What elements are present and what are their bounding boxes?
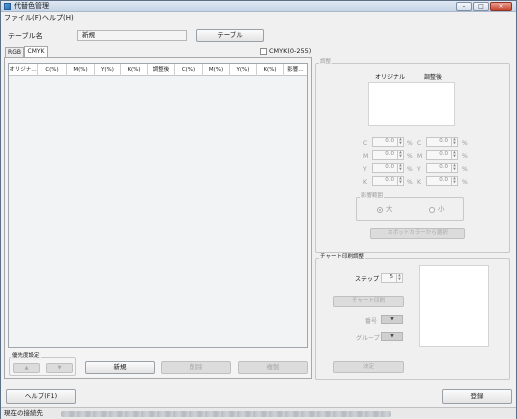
channel-k-label: K: [417, 179, 421, 186]
menu-bar: ファイル(F) ヘルプ(H): [1, 13, 516, 23]
table-name-label: テーブル名: [8, 32, 43, 40]
table-button[interactable]: テーブル: [196, 29, 264, 42]
spin-arrows-icon[interactable]: ▲ ▼: [397, 176, 403, 185]
col-m-original[interactable]: M(%): [67, 64, 95, 76]
col-k-adjusted[interactable]: K(%): [257, 64, 284, 76]
status-bar: 現在の接続先: [1, 407, 516, 419]
spin-arrows-icon[interactable]: ▲ ▼: [451, 150, 457, 159]
cmyk-range-checkbox[interactable]: [260, 48, 267, 55]
group-dropdown[interactable]: ▼: [381, 332, 403, 341]
maximize-button[interactable]: □: [473, 2, 489, 11]
percent-unit: %: [462, 179, 468, 186]
menu-file[interactable]: ファイル(F): [4, 14, 42, 23]
decide-button[interactable]: 決定: [333, 361, 404, 373]
channel-m-label: M: [417, 153, 423, 160]
copy-button[interactable]: 複製: [238, 361, 308, 374]
spin-arrows-icon[interactable]: ▲ ▼: [451, 163, 457, 172]
influence-range-title: 影響範囲: [360, 193, 385, 200]
channel-y-label: Y: [363, 166, 367, 173]
color-table[interactable]: オリジナ… C(%) M(%) Y(%) K(%) 調整後 C(%) M(%) …: [8, 63, 308, 348]
chart-adjust-title: チャート印刷調整: [319, 254, 365, 261]
delete-button[interactable]: 削除: [161, 361, 231, 374]
window-title: 代替色管理: [14, 2, 49, 10]
percent-unit: %: [407, 140, 413, 147]
col-influence[interactable]: 影響…: [284, 64, 307, 76]
spin-arrows-icon[interactable]: ▲ ▼: [451, 176, 457, 185]
adjust-title: 調整: [319, 59, 333, 66]
spin-arrows-icon[interactable]: ▲ ▼: [397, 150, 403, 159]
close-button[interactable]: ×: [490, 2, 512, 11]
connection-path-redacted: [61, 411, 391, 417]
priority-down-button[interactable]: ▼: [46, 363, 73, 373]
title-bar: 代替色管理 – □ ×: [1, 1, 516, 12]
channel-c-label: C: [417, 140, 422, 147]
app-icon: [4, 3, 11, 10]
col-k-original[interactable]: K(%): [121, 64, 148, 76]
spin-arrows-icon[interactable]: ▲ ▼: [397, 163, 403, 172]
channel-k-label: K: [363, 179, 367, 186]
influence-range-group: [356, 197, 464, 221]
minimize-button[interactable]: –: [456, 2, 472, 11]
new-button[interactable]: 新規: [85, 361, 155, 374]
col-adjusted[interactable]: 調整後: [148, 64, 175, 76]
percent-unit: %: [462, 153, 468, 160]
adjusted-label: 調整後: [424, 74, 443, 81]
percent-unit: %: [407, 153, 413, 160]
range-small-label: 小: [438, 205, 445, 213]
channel-m-label: M: [363, 153, 369, 160]
spin-arrows-icon[interactable]: ▲ ▼: [451, 137, 457, 146]
percent-unit: %: [407, 166, 413, 173]
col-c-original[interactable]: C(%): [38, 64, 67, 76]
number-dropdown[interactable]: ▼: [381, 315, 403, 324]
table-name-field[interactable]: 新規: [77, 30, 187, 41]
col-c-adjusted[interactable]: C(%): [175, 64, 203, 76]
cmyk-range-label: CMYK(0-255): [269, 47, 312, 55]
col-y-original[interactable]: Y(%): [95, 64, 121, 76]
step-spin-icon[interactable]: ▲ ▼: [396, 273, 402, 282]
priority-up-button[interactable]: ▲: [13, 363, 40, 373]
range-small-radio[interactable]: [429, 207, 435, 213]
col-y-adjusted[interactable]: Y(%): [230, 64, 257, 76]
percent-unit: %: [462, 140, 468, 147]
step-label: ステップ: [355, 276, 380, 283]
col-original[interactable]: オリジナ…: [9, 64, 38, 76]
main-window: 代替色管理 – □ × ファイル(F) ヘルプ(H) テーブル名 新規 テーブル…: [0, 0, 517, 419]
register-button[interactable]: 登録: [442, 389, 512, 404]
help-button[interactable]: ヘルプ(F1): [6, 389, 76, 404]
original-label: オリジナル: [375, 74, 406, 81]
chart-preview: [419, 265, 489, 347]
percent-unit: %: [407, 179, 413, 186]
connection-label: 現在の接続先: [4, 409, 43, 417]
color-preview: [368, 82, 455, 126]
menu-help[interactable]: ヘルプ(H): [42, 14, 74, 23]
col-m-adjusted[interactable]: M(%): [203, 64, 230, 76]
chart-print-button[interactable]: チャート印刷: [333, 296, 404, 307]
range-large-radio[interactable]: [377, 207, 383, 213]
number-label: 番号: [365, 318, 378, 325]
tab-cmyk[interactable]: CMYK: [24, 46, 48, 57]
percent-unit: %: [462, 166, 468, 173]
spin-arrows-icon[interactable]: ▲ ▼: [397, 137, 403, 146]
channel-c-label: C: [363, 140, 368, 147]
channel-y-label: Y: [417, 166, 421, 173]
range-large-label: 大: [386, 205, 393, 213]
tab-rgb[interactable]: RGB: [5, 47, 24, 57]
group-label: グループ: [356, 335, 380, 342]
table-header: オリジナ… C(%) M(%) Y(%) K(%) 調整後 C(%) M(%) …: [9, 64, 307, 76]
spot-color-button[interactable]: スポットカラーから選択: [370, 228, 465, 239]
priority-title: 優先度設定: [11, 353, 41, 360]
